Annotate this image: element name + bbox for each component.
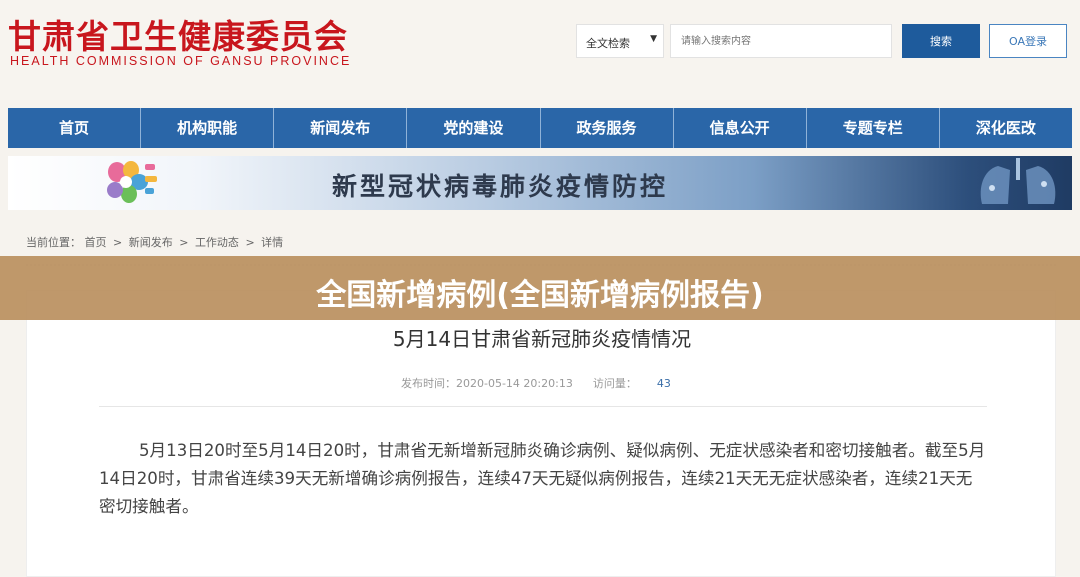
article-body: 5月13日20时至5月14日20时，甘肃省无新增新冠肺炎确诊病例、疑似病例、无症… [99,437,987,521]
oa-login-button[interactable]: OA登录 [989,24,1067,58]
breadcrumb-separator: > [179,236,189,249]
nav-item-disclosure[interactable]: 信息公开 [674,108,807,148]
nav-item-party[interactable]: 党的建设 [407,108,541,148]
flower-logo-icon [107,161,157,203]
search-input[interactable] [670,24,892,58]
overlay-title-strip: 全国新增病例(全国新增病例报告) [0,256,1080,320]
nav-item-functions[interactable]: 机构职能 [141,108,275,148]
breadcrumb: 当前位置： 首页 > 新闻发布 > 工作动态 > 详情 [26,234,283,250]
views-label: 访问量： [592,377,637,390]
banner-title: 新型冠状病毒肺炎疫情防控 [332,172,669,201]
covid-banner[interactable]: 新型冠状病毒肺炎疫情防控 [8,156,1072,210]
overlay-title: 全国新增病例(全国新增病例报告) [316,278,764,313]
site-logo-english: HEALTH COMMISSION OF GANSU PROVINCE [10,54,352,68]
nav-item-home[interactable]: 首页 [8,108,142,148]
breadcrumb-item-home[interactable]: 首页 [85,236,107,249]
views-count: 43 [656,377,671,390]
publish-date-label: 发布时间： [401,377,456,390]
publish-date: 2020-05-14 20:20:13 [456,377,573,390]
article-divider [99,406,987,407]
page: 甘肃省卫生健康委员会 HEALTH COMMISSION OF GANSU PR… [0,0,1080,577]
chevron-down-icon: ▼ [650,34,657,44]
search-button[interactable]: 搜索 [902,24,980,58]
breadcrumb-item-news[interactable]: 新闻发布 [129,236,173,249]
search-type-label: 全文检索 [586,37,630,50]
lungs-icon [980,158,1056,204]
nav-item-news[interactable]: 新闻发布 [274,108,408,148]
site-header: 甘肃省卫生健康委员会 HEALTH COMMISSION OF GANSU PR… [0,0,1080,100]
breadcrumb-item-detail: 详情 [261,236,284,249]
main-nav: 首页 机构职能 新闻发布 党的建设 政务服务 信息公开 专题专栏 深化医改 [8,108,1072,148]
article-meta: 发布时间：2020-05-14 20:20:13 访问量： 43 [401,375,671,391]
site-logo-chinese[interactable]: 甘肃省卫生健康委员会 [8,10,348,58]
nav-item-services[interactable]: 政务服务 [541,108,674,148]
breadcrumb-prefix: 当前位置： [26,236,81,249]
article-title: 5月14日甘肃省新冠肺炎疫情情况 [392,327,692,351]
nav-item-topics[interactable]: 专题专栏 [807,108,940,148]
breadcrumb-separator: > [113,236,123,249]
breadcrumb-item-work[interactable]: 工作动态 [195,236,239,249]
article-paragraph: 5月13日20时至5月14日20时，甘肃省无新增新冠肺炎确诊病例、疑似病例、无症… [99,441,986,516]
search-type-select[interactable]: 全文检索 ▼ [576,24,664,58]
nav-item-reform[interactable]: 深化医改 [940,108,1072,148]
article-card: 5月14日甘肃省新冠肺炎疫情情况 发布时间：2020-05-14 20:20:1… [26,290,1056,577]
breadcrumb-separator: > [245,236,255,249]
